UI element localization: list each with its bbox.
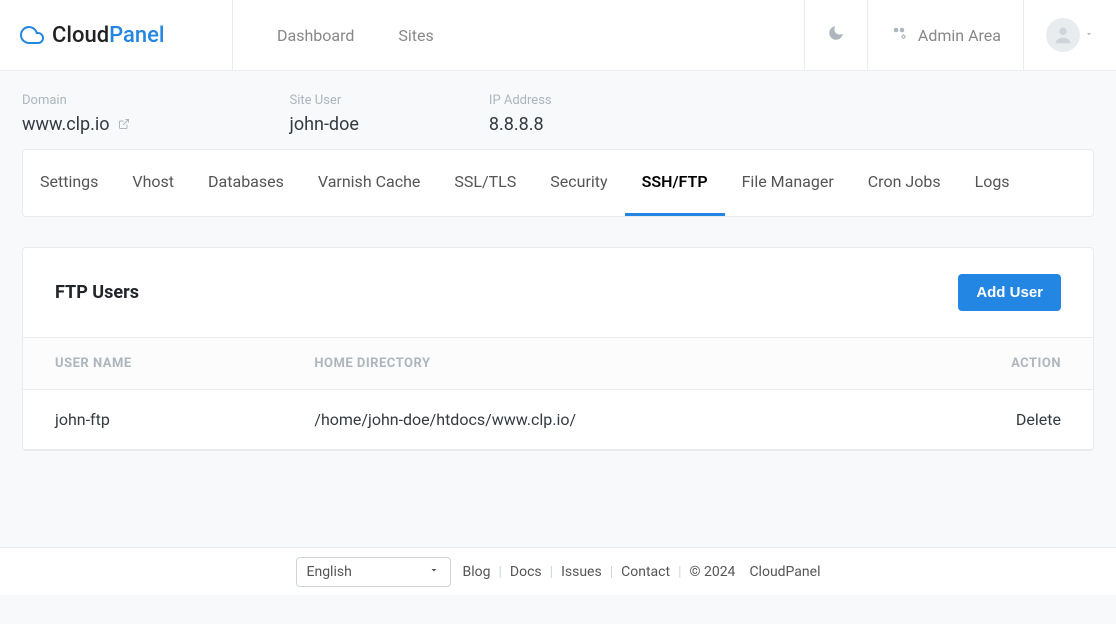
chevron-down-icon — [428, 564, 440, 580]
col-homedir: HOME DIRECTORY — [282, 338, 883, 390]
chevron-down-icon — [1084, 27, 1094, 43]
gear-users-icon — [890, 24, 908, 46]
domain-label: Domain — [22, 93, 130, 108]
domain-block: Domain www.clp.io — [22, 93, 130, 135]
admin-area-label: Admin Area — [918, 26, 1001, 45]
cell-username: john-ftp — [23, 390, 282, 450]
footer-links: Blog | Docs | Issues | Contact | © 2024 … — [463, 564, 821, 580]
moon-icon — [827, 24, 845, 46]
add-user-button[interactable]: Add User — [958, 274, 1061, 311]
ip-label: IP Address — [489, 93, 552, 108]
main-nav: Dashboard Sites — [232, 0, 804, 70]
tab-varnish[interactable]: Varnish Cache — [301, 150, 438, 216]
nav-sites[interactable]: Sites — [398, 26, 433, 45]
table-header-row: USER NAME HOME DIRECTORY ACTION — [23, 338, 1093, 390]
cloud-icon — [20, 23, 44, 47]
tab-cron[interactable]: Cron Jobs — [851, 150, 958, 216]
site-user-block: Site User john-doe — [290, 93, 359, 135]
footer-brand: CloudPanel — [749, 564, 820, 580]
logo[interactable]: CloudPanel — [0, 0, 232, 70]
tab-sshftp[interactable]: SSH/FTP — [625, 150, 725, 216]
footer-copyright: © 2024 — [689, 564, 735, 580]
top-header: CloudPanel Dashboard Sites Admin Area — [0, 0, 1116, 71]
ftp-users-card: FTP Users Add User USER NAME HOME DIRECT… — [22, 247, 1094, 451]
tab-databases[interactable]: Databases — [191, 150, 301, 216]
domain-value[interactable]: www.clp.io — [22, 114, 130, 135]
tab-security[interactable]: Security — [533, 150, 624, 216]
admin-area-link[interactable]: Admin Area — [867, 0, 1023, 70]
tabs-bar: Settings Vhost Databases Varnish Cache S… — [22, 149, 1094, 217]
avatar — [1046, 18, 1080, 52]
footer-contact[interactable]: Contact — [621, 564, 670, 580]
logo-text: CloudPanel — [52, 23, 165, 48]
card-title: FTP Users — [55, 282, 139, 303]
cell-action: Delete — [883, 390, 1093, 450]
col-action: ACTION — [883, 338, 1093, 390]
table-row: john-ftp /home/john-doe/htdocs/www.clp.i… — [23, 390, 1093, 450]
tab-settings[interactable]: Settings — [23, 150, 115, 216]
footer: English Blog | Docs | Issues | Contact |… — [0, 547, 1116, 595]
language-value: English — [307, 564, 352, 580]
external-link-icon — [118, 114, 130, 135]
header-right: Admin Area — [804, 0, 1116, 70]
site-user-label: Site User — [290, 93, 359, 108]
cell-homedir: /home/john-doe/htdocs/www.clp.io/ — [282, 390, 883, 450]
footer-blog[interactable]: Blog — [463, 564, 491, 580]
col-username: USER NAME — [23, 338, 282, 390]
site-info-bar: Domain www.clp.io Site User john-doe IP … — [0, 71, 1116, 149]
ftp-users-table: USER NAME HOME DIRECTORY ACTION john-ftp… — [23, 337, 1093, 450]
site-user-value: john-doe — [290, 114, 359, 135]
card-header: FTP Users Add User — [23, 248, 1093, 337]
ip-value: 8.8.8.8 — [489, 114, 552, 135]
tab-logs[interactable]: Logs — [958, 150, 1027, 216]
footer-issues[interactable]: Issues — [561, 564, 602, 580]
tab-file-manager[interactable]: File Manager — [725, 150, 851, 216]
user-menu[interactable] — [1023, 0, 1116, 70]
footer-docs[interactable]: Docs — [510, 564, 542, 580]
language-select[interactable]: English — [296, 557, 451, 587]
delete-link[interactable]: Delete — [1016, 410, 1061, 429]
nav-dashboard[interactable]: Dashboard — [277, 26, 354, 45]
tab-ssl[interactable]: SSL/TLS — [437, 150, 533, 216]
ip-block: IP Address 8.8.8.8 — [489, 93, 552, 135]
theme-toggle[interactable] — [804, 0, 867, 70]
tab-vhost[interactable]: Vhost — [115, 150, 191, 216]
